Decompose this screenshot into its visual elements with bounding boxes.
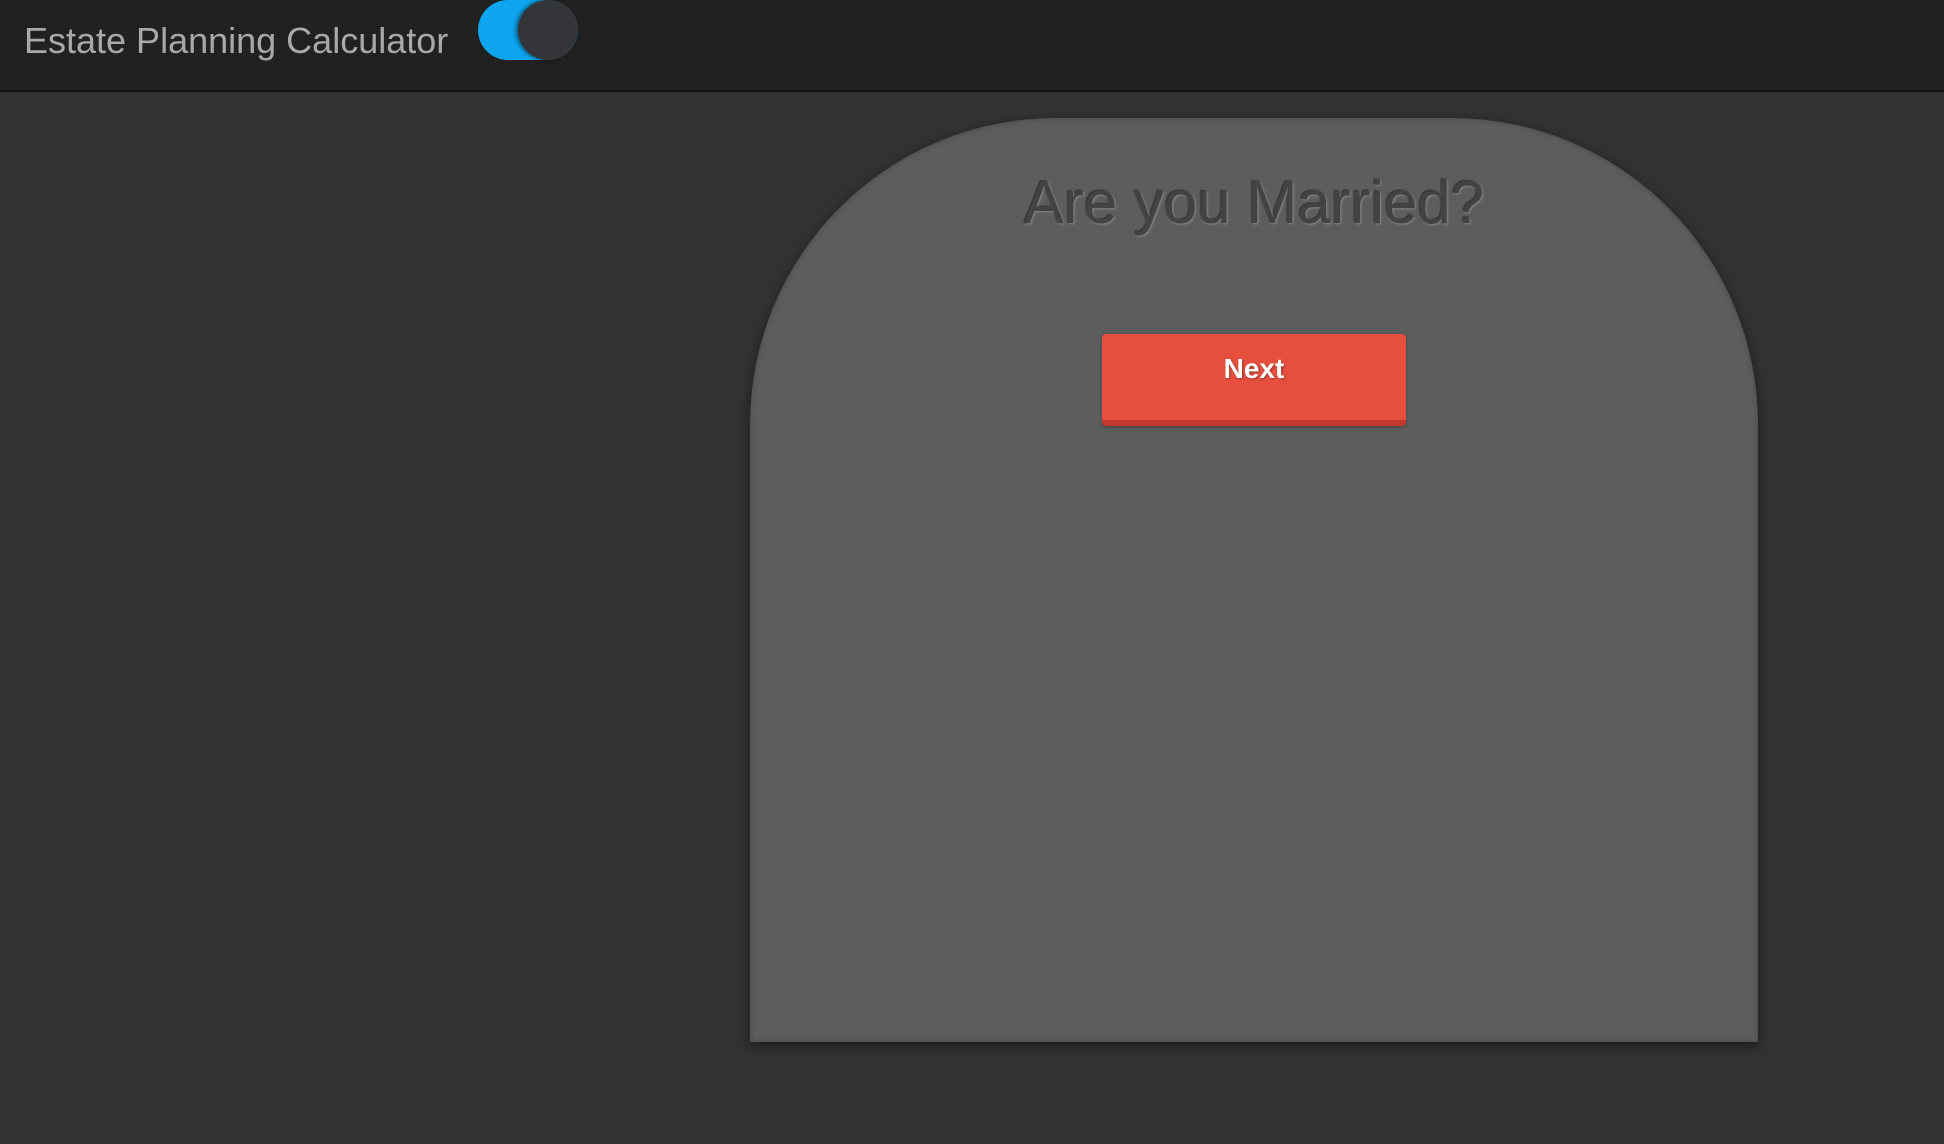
next-button[interactable]: Next	[1102, 334, 1406, 426]
question-heading: Are you Married?	[1023, 169, 1485, 236]
question-card: Are you Married? Next	[750, 118, 1758, 1042]
theme-toggle[interactable]	[478, 0, 578, 60]
toggle-knob[interactable]	[518, 0, 578, 60]
app-title: Estate Planning Calculator	[24, 20, 449, 61]
top-bar: Estate Planning Calculator	[0, 0, 1944, 92]
